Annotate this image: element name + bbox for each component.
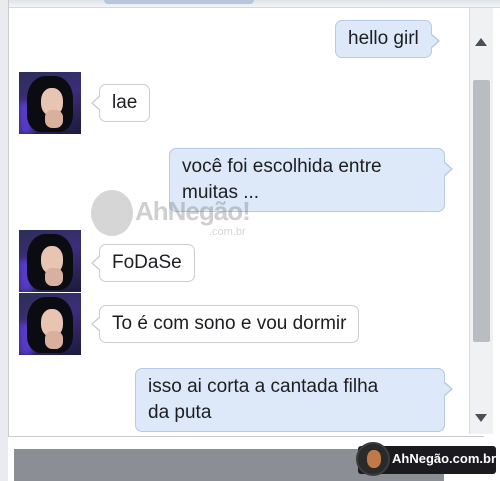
message-incoming: To é com sono e vou dormir [90, 305, 360, 343]
message-incoming: lae [90, 84, 151, 122]
site-badge: AhNegão.com.br [356, 442, 497, 476]
message-text: hello girl [348, 28, 419, 49]
message-text: To é com sono e vou dormir [112, 313, 347, 334]
watermark-face-icon [91, 190, 133, 236]
contact-avatar[interactable] [19, 230, 81, 292]
message-scrollbar[interactable] [469, 8, 493, 434]
message-text-line: você foi escolhida entre [182, 156, 382, 177]
scrollbar-thumb[interactable] [473, 80, 490, 342]
site-badge-text: AhNegão.com.br [392, 451, 497, 466]
message-outgoing: isso ai corta a cantada filha da puta [135, 368, 453, 432]
site-logo-icon [356, 442, 390, 476]
watermark-name: AhNegão! [135, 196, 251, 226]
message-incoming: FoDaSe [91, 244, 195, 282]
message-text-line: da puta [148, 402, 212, 423]
watermark-logo: AhNegão! .com.br [91, 188, 261, 244]
message-text: FoDaSe [112, 252, 182, 273]
message-text-line: isso ai corta a cantada filha [148, 376, 379, 397]
message-list: hello girl lae você foi escolhida entre … [9, 0, 469, 434]
scroll-up-arrow-icon[interactable] [475, 38, 487, 46]
chat-window: hello girl lae você foi escolhida entre … [8, 0, 500, 481]
watermark-sub: .com.br [209, 226, 246, 238]
contact-avatar[interactable] [19, 293, 81, 355]
contact-avatar[interactable] [19, 72, 81, 134]
message-outgoing: hello girl [335, 20, 440, 58]
message-text: lae [112, 92, 138, 113]
scroll-down-arrow-icon[interactable] [475, 414, 487, 422]
